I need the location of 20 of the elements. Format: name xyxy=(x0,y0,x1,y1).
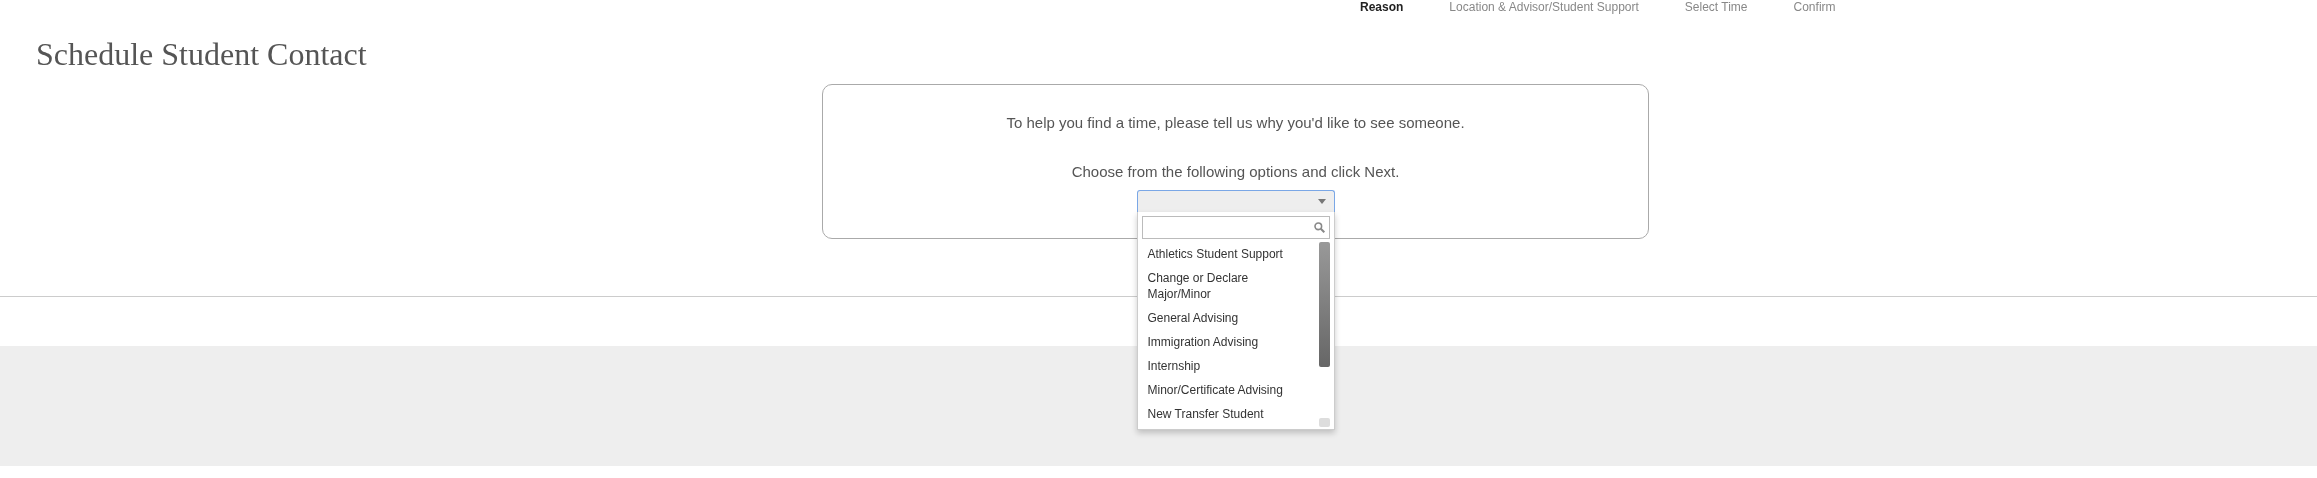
caret-icon xyxy=(1317,199,1326,204)
dropdown-option[interactable]: Athletics Student Support xyxy=(1137,242,1319,266)
dropdown-option[interactable]: Internship xyxy=(1137,354,1319,378)
step-tab[interactable]: Confirm xyxy=(1793,0,1836,16)
instruction-text: Choose from the following options and click Next. xyxy=(1070,161,1401,182)
dropdown-option[interactable]: Immigration Advising xyxy=(1137,330,1319,354)
step-tab[interactable]: Select Time xyxy=(1684,0,1748,16)
search-field[interactable] xyxy=(1141,216,1330,239)
dropdown-option[interactable]: Minor/Certificate Advising xyxy=(1137,378,1319,402)
scrollbar-thumb[interactable] xyxy=(1318,242,1330,367)
scrollbar-track-end xyxy=(1318,418,1330,427)
dropdown-option[interactable]: General Advising xyxy=(1137,306,1319,330)
page-title: Schedule Student Contact xyxy=(36,35,368,74)
dropdown-option[interactable]: Change or Declare Major/Minor xyxy=(1137,266,1319,306)
intro-text: To help you find a time, please tell us why you'd like to see someone. xyxy=(1005,113,1466,133)
search-icon xyxy=(1313,222,1325,233)
reason-dropdown[interactable] xyxy=(1136,190,1335,212)
dropdown-option[interactable]: New Transfer Student xyxy=(1137,402,1319,426)
step-tab[interactable]: Location & Advisor/Student Support xyxy=(1449,0,1639,16)
step-tab[interactable]: Reason xyxy=(1360,0,1404,16)
